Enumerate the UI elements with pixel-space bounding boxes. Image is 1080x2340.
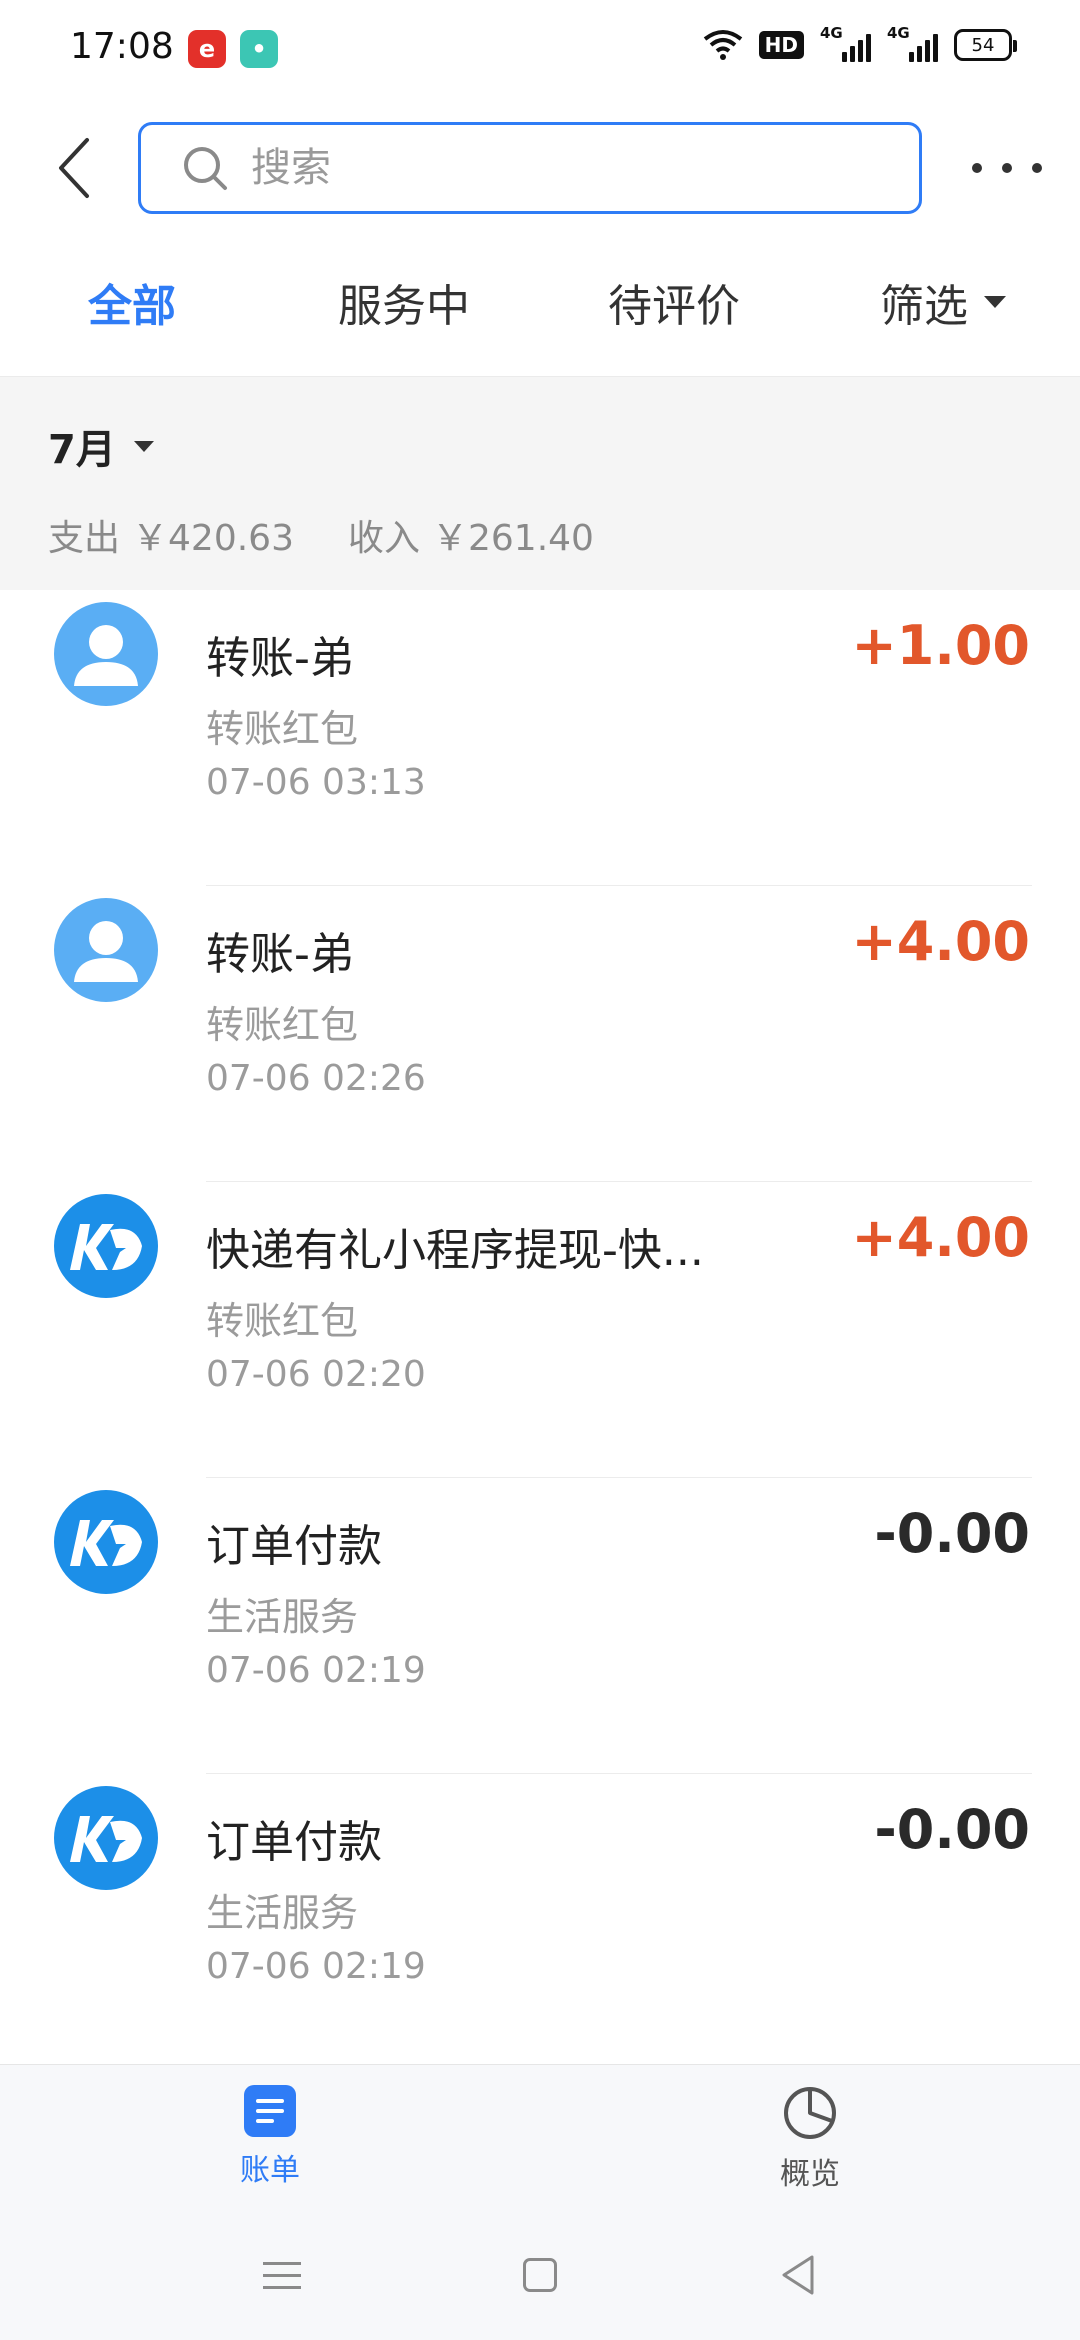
menu-icon[interactable]	[252, 2250, 312, 2300]
transaction-time: 07-06 02:19	[206, 1650, 426, 1691]
month-selector[interactable]: 7月	[48, 417, 154, 475]
signal-icon: 4G	[820, 24, 871, 62]
tab-filter[interactable]: 筛选	[880, 270, 1006, 334]
transaction-row[interactable]: 订单付款 生活服务 07-06 02:19 -0.00	[0, 1774, 1080, 2070]
signal-icon-2: 4G	[887, 24, 938, 62]
tab-label: 待评价	[608, 281, 740, 332]
transaction-category: 生活服务	[206, 1595, 359, 1639]
transaction-row[interactable]: 转账-弟 转账红包 07-06 03:13 +1.00	[0, 590, 1080, 886]
nav-overview-label: 概览	[780, 2157, 840, 2192]
transaction-title: 转账-弟	[206, 929, 354, 980]
transaction-time: 07-06 03:13	[206, 762, 426, 803]
chat-notification-icon: •	[240, 30, 278, 68]
expense-value: ￥420.63	[132, 518, 294, 559]
more-dot-icon	[1032, 163, 1042, 173]
transaction-title: 订单付款	[206, 1817, 382, 1868]
summary-totals: 支出 ￥420.63 收入 ￥261.40	[48, 509, 594, 561]
person-icon	[54, 898, 158, 1002]
transaction-title: 转账-弟	[206, 633, 354, 684]
tab-in-service[interactable]: 服务中	[338, 270, 470, 334]
search-input[interactable]	[251, 145, 851, 191]
chevron-left-icon	[59, 138, 89, 198]
transaction-row[interactable]: 转账-弟 转账红包 07-06 02:26 +4.00	[0, 886, 1080, 1182]
transaction-amount: -0.00	[874, 1798, 1030, 1861]
network-type-2: 4G	[887, 24, 910, 42]
wifi-icon	[703, 30, 742, 60]
caret-down-icon	[984, 296, 1006, 308]
transaction-time: 07-06 02:20	[206, 1354, 426, 1395]
transaction-category: 生活服务	[206, 1891, 359, 1935]
hd-badge: HD	[758, 31, 804, 59]
system-nav-bar	[0, 2240, 1080, 2310]
home-icon[interactable]	[510, 2250, 570, 2300]
more-options-button[interactable]	[972, 148, 1042, 188]
transaction-row[interactable]: 快递有礼小程序提现-快... 转账红包 07-06 02:20 +4.00	[0, 1182, 1080, 1478]
transaction-row[interactable]: 订单付款 生活服务 07-06 02:19 -0.00	[0, 1478, 1080, 1774]
month-label: 7月	[48, 427, 116, 473]
tab-label: 全部	[88, 281, 176, 332]
transaction-category: 转账红包	[206, 1003, 359, 1047]
tab-all[interactable]: 全部	[88, 270, 176, 334]
transaction-category: 转账红包	[206, 707, 359, 751]
income-label: 收入	[347, 518, 420, 559]
more-dot-icon	[1002, 163, 1012, 173]
nav-bills[interactable]: 账单	[170, 2085, 370, 2189]
tab-label: 筛选	[880, 281, 968, 332]
search-box[interactable]	[138, 122, 922, 214]
network-type: 4G	[820, 24, 843, 42]
tab-label: 服务中	[338, 281, 470, 332]
search-icon	[184, 147, 227, 190]
status-time: 17:08	[70, 26, 174, 67]
tab-to-review[interactable]: 待评价	[608, 270, 740, 334]
app-notification-icon: e	[188, 30, 226, 68]
pie-chart-icon	[784, 2087, 836, 2139]
kd-logo-icon	[54, 1490, 158, 1594]
status-indicators: HD 4G 4G 54	[703, 24, 1017, 62]
status-bar: 17:08 e • HD 4G 4G 54	[0, 0, 1080, 96]
income-value: ￥261.40	[432, 518, 594, 559]
back-triangle-icon[interactable]	[768, 2250, 828, 2300]
person-icon	[54, 602, 158, 706]
expense-label: 支出	[48, 518, 121, 559]
transaction-time: 07-06 02:19	[206, 1946, 426, 1987]
nav-overview[interactable]: 概览	[710, 2085, 910, 2193]
kd-logo-icon	[54, 1786, 158, 1890]
month-summary: 7月 支出 ￥420.63 收入 ￥261.40	[0, 376, 1080, 590]
more-dot-icon	[972, 163, 982, 173]
filter-tabs: 全部 服务中 待评价 筛选	[0, 270, 1080, 350]
battery-icon: 54	[954, 29, 1017, 61]
caret-down-icon	[133, 440, 154, 452]
kd-logo-icon	[54, 1194, 158, 1298]
transaction-title: 订单付款	[206, 1521, 382, 1572]
transaction-amount: -0.00	[874, 1502, 1030, 1565]
transaction-category: 转账红包	[206, 1299, 359, 1343]
battery-level: 54	[971, 34, 995, 56]
transaction-amount: +4.00	[851, 910, 1030, 973]
nav-bills-label: 账单	[240, 2153, 300, 2188]
back-button[interactable]	[38, 128, 108, 208]
bill-icon	[244, 2085, 296, 2137]
transaction-title: 快递有礼小程序提现-快...	[206, 1225, 704, 1276]
transaction-amount: +4.00	[851, 1206, 1030, 1269]
transaction-list: 转账-弟 转账红包 07-06 03:13 +1.00 转账-弟 转账红包 07…	[0, 590, 1080, 2070]
transaction-time: 07-06 02:26	[206, 1058, 426, 1099]
transaction-amount: +1.00	[851, 614, 1030, 677]
